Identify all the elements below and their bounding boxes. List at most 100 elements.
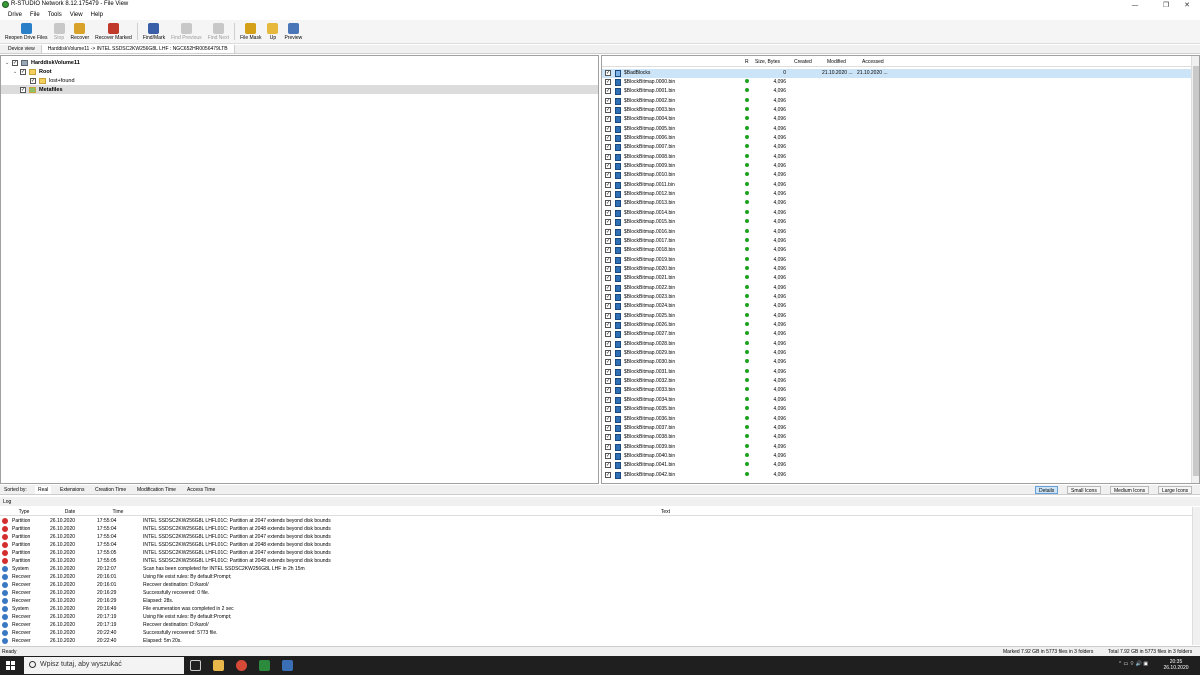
file-checkbox[interactable]: ✓ bbox=[605, 424, 611, 431]
file-row[interactable]: ✓ $BlockBitmap.0035.bin 4,096 bbox=[602, 405, 1192, 414]
task-view-icon[interactable] bbox=[190, 660, 201, 671]
file-checkbox[interactable]: ✓ bbox=[605, 144, 611, 151]
stop-button[interactable]: Stop bbox=[51, 20, 68, 43]
file-row[interactable]: ✓ $BlockBitmap.0004.bin 4,096 bbox=[602, 115, 1192, 124]
log-row[interactable]: Recover 26.10.2020 20:22:40 Elapsed: 5m 20s… bbox=[0, 637, 1190, 645]
menu-drive[interactable]: Drive bbox=[4, 10, 26, 20]
file-checkbox[interactable]: ✓ bbox=[605, 331, 611, 338]
file-checkbox[interactable]: ✓ bbox=[605, 200, 611, 207]
file-row[interactable]: ✓ $BadBlocks 0 21.10.2020 ... 21.10.2020 ... bbox=[602, 68, 1192, 78]
sort-real[interactable]: Real bbox=[35, 486, 52, 494]
expand-chevron-icon[interactable]: ⌄ bbox=[5, 60, 11, 66]
log-row[interactable]: Partition 26.10.2020 17:55:04 INTEL SSDSC2K… bbox=[0, 517, 1190, 525]
file-row[interactable]: ✓ $BlockBitmap.0017.bin 4,096 bbox=[602, 237, 1192, 246]
file-checkbox[interactable]: ✓ bbox=[605, 153, 611, 160]
file-row[interactable]: ✓ $BlockBitmap.0042.bin 4,096 bbox=[602, 471, 1192, 480]
log-row[interactable]: Partition 26.10.2020 17:55:05 INTEL SSDSC2K… bbox=[0, 557, 1190, 565]
tray-clock[interactable]: 20:35 26.10.2020 bbox=[1160, 659, 1192, 671]
file-row[interactable]: ✓ $BlockBitmap.0027.bin 4,096 bbox=[602, 330, 1192, 339]
file-checkbox[interactable]: ✓ bbox=[605, 69, 611, 76]
log-row[interactable]: Recover 26.10.2020 20:16:01 Recover destina… bbox=[0, 581, 1190, 589]
log-scrollbar[interactable] bbox=[1192, 507, 1200, 645]
column-created[interactable]: Created bbox=[794, 59, 812, 65]
file-checkbox[interactable]: ✓ bbox=[605, 219, 611, 226]
file-row[interactable]: ✓ $BlockBitmap.0037.bin 4,096 bbox=[602, 424, 1192, 433]
file-checkbox[interactable]: ✓ bbox=[605, 284, 611, 291]
expand-chevron-icon[interactable]: ⌄ bbox=[13, 69, 19, 75]
file-row[interactable]: ✓ $BlockBitmap.0011.bin 4,096 bbox=[602, 181, 1192, 190]
file-row[interactable]: ✓ $BlockBitmap.0016.bin 4,096 bbox=[602, 228, 1192, 237]
file-checkbox[interactable]: ✓ bbox=[605, 415, 611, 422]
file-checkbox[interactable]: ✓ bbox=[605, 322, 611, 328]
file-row[interactable]: ✓ $BlockBitmap.0040.bin 4,096 bbox=[602, 452, 1192, 461]
recover-marked-button[interactable]: Recover Marked bbox=[92, 20, 135, 43]
column-modified[interactable]: Modified bbox=[827, 59, 846, 65]
tree-item-harddiskvolume11[interactable]: ⌄ ✓ HarddiskVolume11 bbox=[1, 58, 598, 67]
system-tray-icons[interactable]: ⌃ ▭ ⌔ 🔊 ▣ bbox=[1108, 661, 1158, 667]
file-checkbox[interactable]: ✓ bbox=[605, 275, 611, 282]
recover-button[interactable]: Recover bbox=[68, 20, 93, 43]
file-row[interactable]: ✓ $BlockBitmap.0038.bin 4,096 bbox=[602, 433, 1192, 442]
preview-button[interactable]: Preview bbox=[281, 20, 305, 43]
find-mark-button[interactable]: Find/Mark bbox=[140, 20, 168, 43]
file-checkbox[interactable]: ✓ bbox=[605, 340, 611, 347]
file-row[interactable]: ✓ $BlockBitmap.0026.bin 4,096 bbox=[602, 321, 1192, 330]
file-checkbox[interactable]: ✓ bbox=[605, 125, 611, 132]
windows-start-icon[interactable] bbox=[6, 661, 15, 670]
sort-creation-time[interactable]: Creation Time bbox=[95, 487, 126, 493]
file-checkbox[interactable]: ✓ bbox=[605, 471, 611, 478]
file-checkbox[interactable]: ✓ bbox=[605, 387, 611, 394]
r-studio-taskbar-icon[interactable] bbox=[259, 660, 270, 671]
file-row[interactable]: ✓ $BlockBitmap.0012.bin 4,096 bbox=[602, 190, 1192, 199]
file-row[interactable]: ✓ $BlockBitmap.0022.bin 4,096 bbox=[602, 284, 1192, 293]
scrollbar-thumb[interactable] bbox=[1193, 66, 1199, 476]
file-row[interactable]: ✓ $BlockBitmap.0002.bin 4,096 bbox=[602, 97, 1192, 106]
file-row[interactable]: ✓ $BlockBitmap.0041.bin 4,096 bbox=[602, 461, 1192, 470]
log-row[interactable]: Recover 26.10.2020 20:17:19 Recover destina… bbox=[0, 621, 1190, 629]
log-column-time[interactable]: Time bbox=[96, 509, 140, 515]
file-checkbox[interactable]: ✓ bbox=[605, 312, 611, 319]
file-checkbox[interactable]: ✓ bbox=[605, 135, 611, 141]
file-checkbox[interactable]: ✓ bbox=[605, 106, 611, 113]
file-checkbox[interactable]: ✓ bbox=[605, 303, 611, 310]
menu-tools[interactable]: Tools bbox=[44, 10, 66, 20]
file-checkbox[interactable]: ✓ bbox=[605, 116, 611, 123]
up-button[interactable]: Up bbox=[264, 20, 281, 43]
log-row[interactable]: Partition 26.10.2020 17:55:05 INTEL SSDSC2K… bbox=[0, 549, 1190, 557]
sort-modification-time[interactable]: Modification Time bbox=[137, 487, 176, 493]
file-checkbox[interactable]: ✓ bbox=[605, 452, 611, 459]
menu-view[interactable]: View bbox=[66, 10, 87, 20]
file-list-scrollbar[interactable] bbox=[1191, 56, 1199, 483]
file-row[interactable]: ✓ $BlockBitmap.0003.bin 4,096 bbox=[602, 106, 1192, 115]
file-row[interactable]: ✓ $BlockBitmap.0021.bin 4,096 bbox=[602, 274, 1192, 283]
file-row[interactable]: ✓ $BlockBitmap.0032.bin 4,096 bbox=[602, 377, 1192, 386]
file-checkbox[interactable]: ✓ bbox=[605, 209, 611, 216]
file-row[interactable]: ✓ $BlockBitmap.0005.bin 4,096 bbox=[602, 125, 1192, 134]
file-row[interactable]: ✓ $BlockBitmap.0028.bin 4,096 bbox=[602, 340, 1192, 349]
file-row[interactable]: ✓ $BlockBitmap.0023.bin 4,096 bbox=[602, 293, 1192, 302]
taskbar-search-box[interactable]: Wpisz tutaj, aby wyszukać bbox=[24, 657, 184, 674]
file-row[interactable]: ✓ $BlockBitmap.0034.bin 4,096 bbox=[602, 396, 1192, 405]
file-checkbox[interactable]: ✓ bbox=[605, 378, 611, 385]
chrome-icon[interactable] bbox=[236, 660, 247, 671]
file-checkbox[interactable]: ✓ bbox=[605, 293, 611, 300]
reopen-drive-files-button[interactable]: Reopen Drive Files bbox=[2, 20, 51, 43]
tab-file-view[interactable]: HarddiskVolume11 -> INTEL SSDSC2KW256G8L… bbox=[41, 45, 235, 53]
tree-checkbox[interactable]: ✓ bbox=[30, 77, 36, 84]
file-row[interactable]: ✓ $BlockBitmap.0036.bin 4,096 bbox=[602, 415, 1192, 424]
log-column-type[interactable]: Type bbox=[8, 509, 40, 515]
file-row[interactable]: ✓ $BlockBitmap.0029.bin 4,096 bbox=[602, 349, 1192, 358]
file-row[interactable]: ✓ $BlockBitmap.0010.bin 4,096 bbox=[602, 171, 1192, 180]
view-small-icons-button[interactable]: Small Icons bbox=[1067, 486, 1101, 494]
file-row[interactable]: ✓ $BlockBitmap.0030.bin 4,096 bbox=[602, 358, 1192, 367]
view-large-icons-button[interactable]: Large Icons bbox=[1158, 486, 1193, 494]
file-row[interactable]: ✓ $BlockBitmap.0008.bin 4,096 bbox=[602, 153, 1192, 162]
file-checkbox[interactable]: ✓ bbox=[605, 88, 611, 95]
file-checkbox[interactable]: ✓ bbox=[605, 181, 611, 188]
file-checkbox[interactable]: ✓ bbox=[605, 97, 611, 104]
file-row[interactable]: ✓ $BlockBitmap.0024.bin 4,096 bbox=[602, 302, 1192, 311]
find-previous-button[interactable]: Find Previous bbox=[168, 20, 205, 43]
column-size[interactable]: Size, Bytes bbox=[755, 59, 780, 65]
file-checkbox[interactable]: ✓ bbox=[605, 163, 611, 170]
file-checkbox[interactable]: ✓ bbox=[605, 443, 611, 450]
